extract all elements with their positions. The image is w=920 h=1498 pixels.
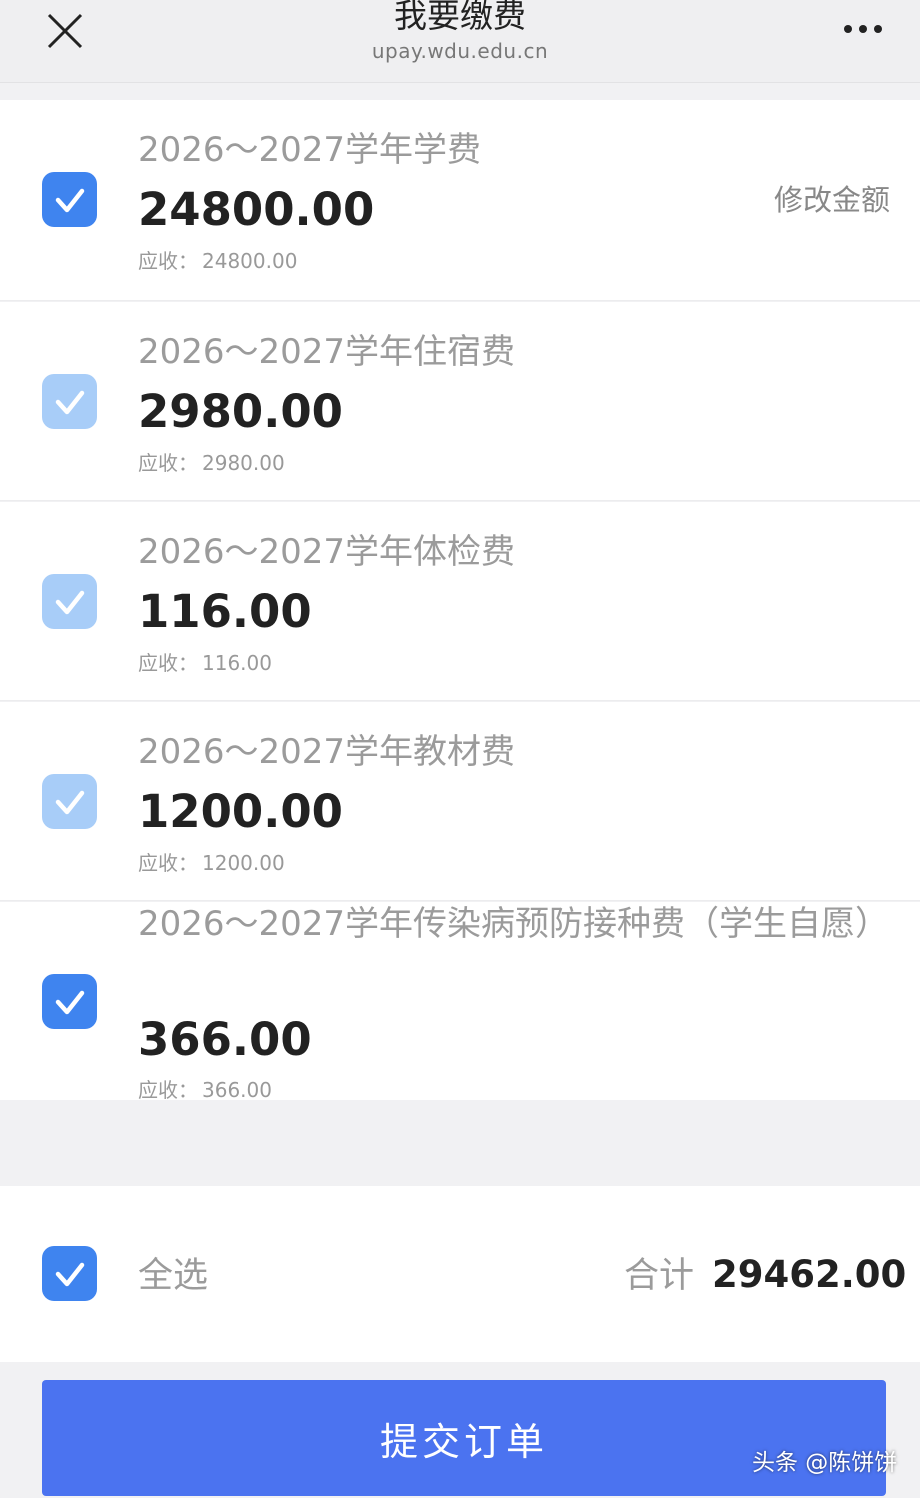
fee-item-vaccination: 2026～2027学年传染病预防接种费（学生自愿） 366.00 应收： 366.… [0, 902, 920, 1103]
fee-due-value: 116.00 [202, 651, 272, 675]
fee-due-label: 应收： [138, 249, 198, 273]
select-all-checkbox-icon[interactable] [42, 1246, 97, 1301]
checkbox-checked-icon[interactable] [42, 172, 97, 227]
page-title: 我要缴费 [394, 0, 526, 35]
checkbox-checked-icon[interactable] [42, 974, 97, 1029]
fee-due: 应收： 24800.00 [138, 248, 297, 274]
header-bar: 我要缴费 upay.wdu.edu.cn [0, 0, 920, 83]
more-icon[interactable] [840, 20, 886, 38]
fee-due-label: 应收： [138, 651, 198, 675]
total-amount: 29462.00 [712, 1253, 907, 1296]
fee-name: 2026～2027学年体检费 [138, 532, 516, 572]
fee-amount: 1200.00 [138, 785, 343, 838]
fee-name: 2026～2027学年教材费 [138, 732, 516, 772]
fee-due: 应收： 366.00 [138, 1077, 272, 1103]
fee-item-accommodation: 2026～2027学年住宿费 2980.00 应收： 2980.00 [0, 302, 920, 501]
checkbox-checked-disabled-icon [42, 774, 97, 829]
fee-due-value: 24800.00 [202, 249, 298, 273]
summary-bar: 全选 合计 29462.00 [0, 1186, 920, 1362]
fee-due-value: 2980.00 [202, 451, 285, 475]
fee-due-label: 应收： [138, 1078, 198, 1102]
fee-due-label: 应收： [138, 451, 198, 475]
fee-name: 2026～2027学年学费 [138, 130, 482, 170]
select-all-label[interactable]: 全选 [138, 1252, 208, 1300]
fee-name: 2026～2027学年住宿费 [138, 332, 516, 372]
checkbox-checked-disabled-icon [42, 574, 97, 629]
fee-due-value: 1200.00 [202, 851, 285, 875]
fee-amount: 2980.00 [138, 385, 343, 438]
edit-amount-button[interactable]: 修改金额 [774, 180, 890, 220]
fee-amount: 366.00 [138, 1013, 312, 1066]
fee-amount: 24800.00 [138, 183, 375, 236]
fee-due-label: 应收： [138, 851, 198, 875]
fee-amount: 116.00 [138, 585, 312, 638]
page-url: upay.wdu.edu.cn [371, 39, 549, 63]
fee-item-physical-exam: 2026～2027学年体检费 116.00 应收： 116.00 [0, 502, 920, 701]
fee-due: 应收： 1200.00 [138, 850, 285, 876]
fee-due: 应收： 116.00 [138, 650, 272, 676]
total-label: 合计 [624, 1256, 695, 1296]
fee-name: 2026～2027学年传染病预防接种费（学生自愿） [138, 904, 890, 944]
fee-due: 应收： 2980.00 [138, 450, 285, 476]
fee-due-value: 366.00 [202, 1078, 272, 1102]
fee-item-textbooks: 2026～2027学年教材费 1200.00 应收： 1200.00 [0, 702, 920, 901]
checkbox-checked-disabled-icon [42, 374, 97, 429]
fee-item-tuition: 2026～2027学年学费 24800.00 应收： 24800.00 修改金额 [0, 100, 920, 301]
watermark: 头条 @陈饼饼 [752, 1450, 898, 1476]
